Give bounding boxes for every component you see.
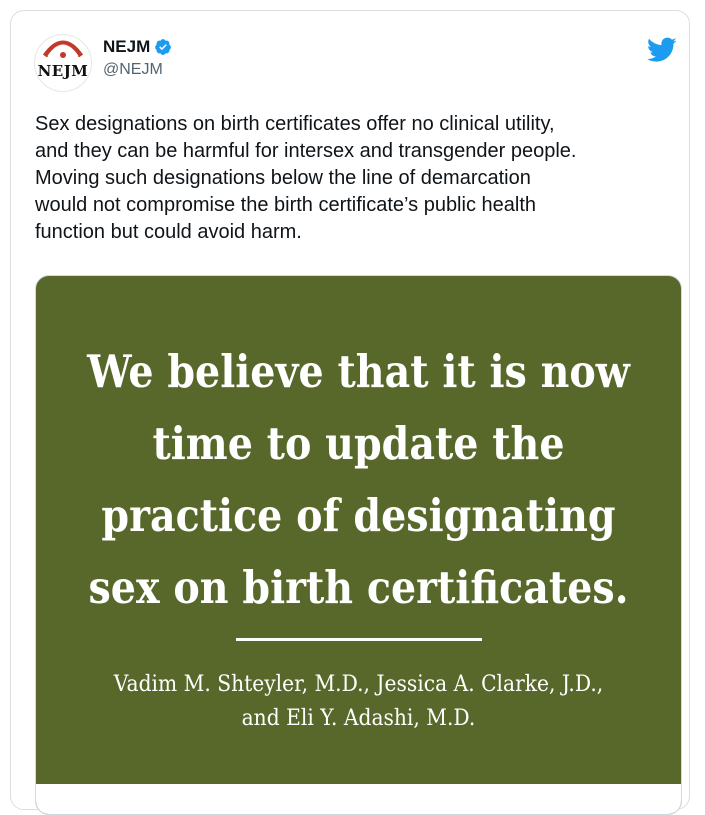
media-image[interactable]: We believe that it is now time to update…: [35, 275, 682, 815]
media-headline: We believe that it is now time to update…: [87, 345, 630, 614]
nejm-seal-logo: [42, 40, 84, 58]
media-authors: Vadim M. Shteyler, M.D., Jessica A. Clar…: [113, 672, 604, 731]
verified-badge-icon: [155, 39, 172, 55]
avatar[interactable]: NEJM: [34, 34, 92, 92]
media-footer-strip: [36, 784, 681, 814]
tweet-text: Sex designations on birth certificates o…: [35, 113, 577, 243]
name-row: NEJM: [103, 37, 172, 57]
avatar-logo-text: NEJM: [37, 62, 89, 80]
tweet-card[interactable]: NEJM NEJM @NEJM Sex designations on birt…: [10, 10, 690, 815]
media-divider: [236, 638, 482, 641]
handle[interactable]: @NEJM: [103, 61, 163, 79]
twitter-bird-icon[interactable]: [647, 37, 677, 63]
display-name[interactable]: NEJM: [103, 37, 150, 57]
